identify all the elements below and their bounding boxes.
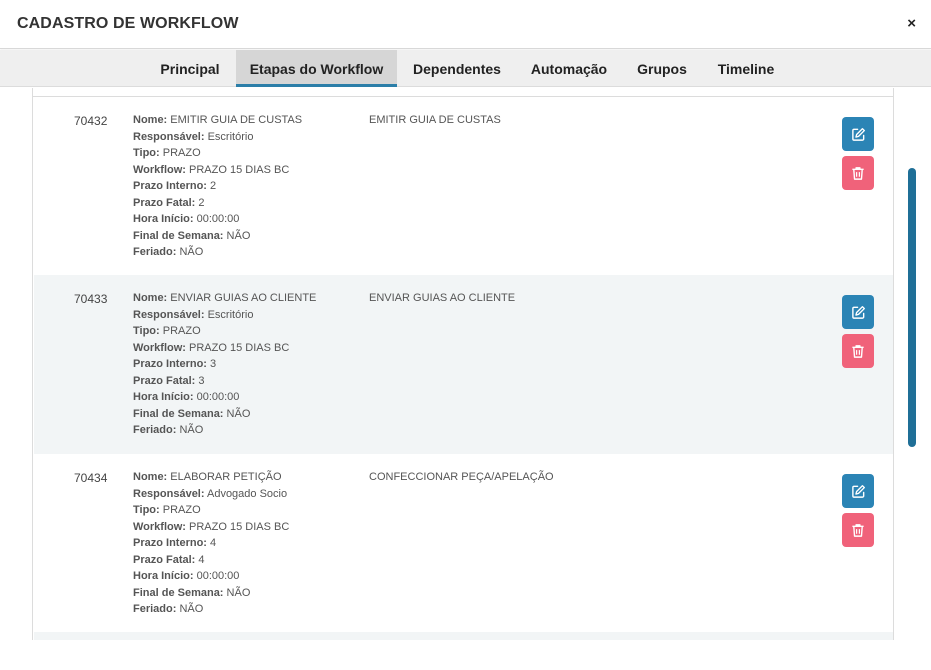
step-prazo-fatal: 2 xyxy=(198,196,205,209)
delete-button[interactable] xyxy=(842,513,874,547)
step-responsavel: Escritório xyxy=(207,130,254,143)
delete-button[interactable] xyxy=(842,156,874,190)
field-label: Tipo: xyxy=(133,147,160,159)
field-label: Prazo Fatal: xyxy=(133,374,196,387)
step-details: Nome: ELABORAR PETIÇÃO Responsável: Advo… xyxy=(133,469,289,618)
field-label: Final de Semana: xyxy=(133,586,224,599)
step-descricao: CONFECCIONAR PEÇA/APELAÇÃO xyxy=(369,471,554,483)
step-prazo-interno: 3 xyxy=(210,358,217,370)
edit-icon xyxy=(851,305,865,319)
step-nome: ELABORAR PETIÇÃO xyxy=(170,471,282,483)
field-label: Feriado: xyxy=(133,603,177,615)
field-label: Tipo: xyxy=(133,504,160,516)
step-final-semana: NÃO xyxy=(226,586,251,599)
edit-button[interactable] xyxy=(842,295,874,329)
field-label: Responsável: xyxy=(133,487,205,500)
step-row-partial xyxy=(34,632,893,640)
field-label: Final de Semana: xyxy=(133,407,224,420)
field-label: Prazo Interno: xyxy=(133,537,207,549)
step-tipo: PRAZO xyxy=(162,147,201,159)
field-label: Responsável: xyxy=(133,130,205,143)
step-prazo-fatal: 4 xyxy=(198,553,205,566)
step-row: 70432 Nome: EMITIR GUIA DE CUSTAS Respon… xyxy=(34,97,893,275)
edit-icon xyxy=(851,127,865,141)
step-tipo: PRAZO xyxy=(162,325,201,337)
modal-title: CADASTRO DE WORKFLOW xyxy=(17,15,239,32)
step-row: 70434 Nome: ELABORAR PETIÇÃO Responsável… xyxy=(34,454,893,632)
step-responsavel: Escritório xyxy=(207,308,254,321)
trash-icon xyxy=(852,166,864,180)
field-label: Hora Início: xyxy=(133,213,194,225)
step-responsavel: Advogado Socio xyxy=(206,487,288,500)
steps-list: 70432 Nome: EMITIR GUIA DE CUSTAS Respon… xyxy=(32,88,894,640)
field-label: Feriado: xyxy=(133,424,177,436)
step-nome: EMITIR GUIA DE CUSTAS xyxy=(170,114,303,126)
step-feriado: NÃO xyxy=(179,603,204,615)
step-workflow: PRAZO 15 DIAS BC xyxy=(189,341,290,354)
field-label: Nome: xyxy=(133,471,168,483)
step-descricao: EMITIR GUIA DE CUSTAS xyxy=(369,114,501,126)
field-label: Prazo Fatal: xyxy=(133,196,196,209)
step-hora-inicio: 00:00:00 xyxy=(196,213,240,225)
field-label: Tipo: xyxy=(133,325,160,337)
field-label: Prazo Fatal: xyxy=(133,553,196,566)
step-final-semana: NÃO xyxy=(226,229,251,242)
step-row: 70433 Nome: ENVIAR GUIAS AO CLIENTE Resp… xyxy=(34,275,893,454)
step-tipo: PRAZO xyxy=(162,504,201,516)
field-label: Workflow: xyxy=(133,341,186,354)
step-prazo-interno: 4 xyxy=(210,537,217,549)
field-label: Nome: xyxy=(133,292,168,304)
step-feriado: NÃO xyxy=(179,424,204,436)
step-details: Nome: EMITIR GUIA DE CUSTAS Responsável:… xyxy=(133,112,302,261)
step-hora-inicio: 00:00:00 xyxy=(196,570,240,582)
tab-automacao[interactable]: Automação xyxy=(518,50,620,87)
field-label: Nome: xyxy=(133,114,168,126)
step-id: 70433 xyxy=(74,292,108,306)
step-nome: ENVIAR GUIAS AO CLIENTE xyxy=(170,292,317,304)
field-label: Hora Início: xyxy=(133,391,194,403)
field-label: Responsável: xyxy=(133,308,205,321)
tab-grupos[interactable]: Grupos xyxy=(626,50,698,87)
step-workflow: PRAZO 15 DIAS BC xyxy=(189,520,290,533)
close-button[interactable]: × xyxy=(907,15,916,33)
step-prazo-fatal: 3 xyxy=(198,374,205,387)
tab-dependentes[interactable]: Dependentes xyxy=(402,50,512,87)
step-id: 70432 xyxy=(74,114,108,128)
step-hora-inicio: 00:00:00 xyxy=(196,391,240,403)
trash-icon xyxy=(852,344,864,358)
edit-button[interactable] xyxy=(842,474,874,508)
step-descricao: ENVIAR GUIAS AO CLIENTE xyxy=(369,292,516,304)
step-final-semana: NÃO xyxy=(226,407,251,420)
tab-etapas-do-workflow[interactable]: Etapas do Workflow xyxy=(236,50,397,87)
tab-principal[interactable]: Principal xyxy=(148,50,232,87)
field-label: Final de Semana: xyxy=(133,229,224,242)
field-label: Prazo Interno: xyxy=(133,180,207,192)
step-id: 70434 xyxy=(74,471,108,485)
edit-button[interactable] xyxy=(842,117,874,151)
tab-timeline[interactable]: Timeline xyxy=(706,50,786,87)
step-details: Nome: ENVIAR GUIAS AO CLIENTE Responsáve… xyxy=(133,290,316,439)
modal-header: CADASTRO DE WORKFLOW × xyxy=(0,0,931,49)
step-workflow: PRAZO 15 DIAS BC xyxy=(189,163,290,176)
field-label: Hora Início: xyxy=(133,570,194,582)
step-feriado: NÃO xyxy=(179,246,204,258)
delete-button[interactable] xyxy=(842,334,874,368)
tab-bar: Principal Etapas do Workflow Dependentes… xyxy=(0,50,931,87)
field-label: Workflow: xyxy=(133,163,186,176)
edit-icon xyxy=(851,484,865,498)
step-prazo-interno: 2 xyxy=(210,180,217,192)
trash-icon xyxy=(852,523,864,537)
scrollbar-thumb[interactable] xyxy=(908,168,916,447)
field-label: Prazo Interno: xyxy=(133,358,207,370)
field-label: Workflow: xyxy=(133,520,186,533)
field-label: Feriado: xyxy=(133,246,177,258)
